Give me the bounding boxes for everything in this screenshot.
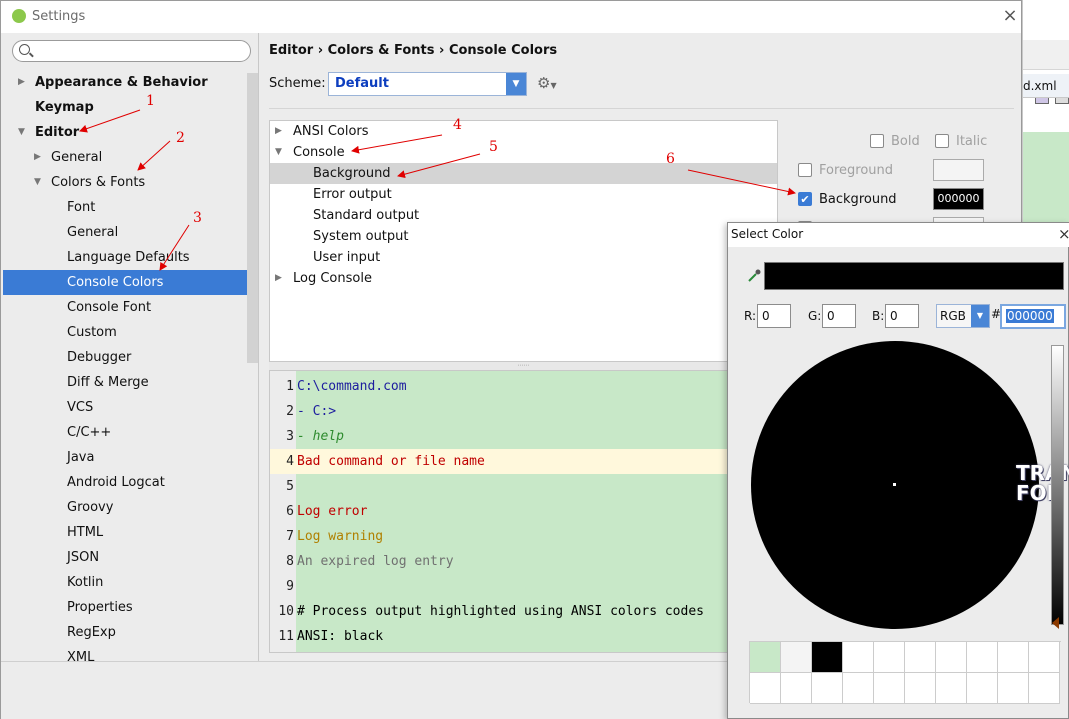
annotation-label-3: 3 [193,210,202,226]
recent-colors-grid [749,641,1061,704]
recent-color-swatch[interactable] [812,642,843,673]
recent-color-swatch[interactable] [967,642,998,673]
recent-color-swatch[interactable] [874,673,905,704]
recent-color-swatch[interactable] [843,642,874,673]
recent-color-swatch[interactable] [812,673,843,704]
annotation-arrow-6 [687,169,796,196]
color-dialog-title-bar: Select Color × [728,223,1069,247]
color-mode-dropdown[interactable]: RGB ▼ [936,304,990,328]
red-input[interactable]: 0 [757,304,791,328]
recent-color-swatch[interactable] [905,642,936,673]
recent-color-swatch[interactable] [1029,642,1060,673]
color-dialog-title: Select Color [731,227,804,241]
eyedropper-icon[interactable] [747,269,761,283]
recent-color-swatch[interactable] [936,673,967,704]
annotation-label-1: 1 [146,93,155,109]
annotation-label-6: 6 [666,151,675,167]
recent-color-swatch[interactable] [750,642,781,673]
slider-thumb[interactable] [1045,617,1059,629]
recent-color-swatch[interactable] [750,673,781,704]
color-wheel-pointer[interactable] [893,483,896,486]
annotation-arrow-4 [351,134,443,154]
blue-label: B: [872,309,885,323]
recent-color-swatch[interactable] [874,642,905,673]
recent-color-swatch[interactable] [781,642,812,673]
green-input[interactable]: 0 [822,304,856,328]
red-label: R: [744,309,757,323]
color-preview [764,262,1064,290]
brightness-slider[interactable] [1051,345,1064,625]
select-color-dialog: Select Color × R: 0 G: 0 B: 0 RGB ▼ # 00… [727,222,1069,719]
recent-color-swatch[interactable] [936,642,967,673]
recent-color-swatch[interactable] [843,673,874,704]
annotation-arrow-1 [79,109,141,133]
color-wheel[interactable] [751,341,1039,629]
recent-color-swatch[interactable] [967,673,998,704]
recent-color-swatch[interactable] [781,673,812,704]
blue-input[interactable]: 0 [885,304,919,328]
annotation-label-4: 4 [453,117,462,133]
color-mode-value: RGB [940,309,966,323]
chevron-down-icon: ▼ [971,305,989,327]
recent-color-swatch[interactable] [998,642,1029,673]
hex-input[interactable]: 000000 [1000,304,1066,329]
recent-color-swatch[interactable] [998,673,1029,704]
recent-color-swatch[interactable] [1029,673,1060,704]
recent-color-swatch[interactable] [905,673,936,704]
annotation-label-5: 5 [489,139,498,155]
annotation-label-2: 2 [176,130,185,146]
annotation-arrow-3 [159,224,190,271]
color-dialog-close-button[interactable]: × [1058,225,1069,243]
annotation-arrow-2 [137,140,171,171]
hex-value: 000000 [1006,309,1054,323]
green-label: G: [808,309,822,323]
annotation-arrow-5 [397,153,481,179]
